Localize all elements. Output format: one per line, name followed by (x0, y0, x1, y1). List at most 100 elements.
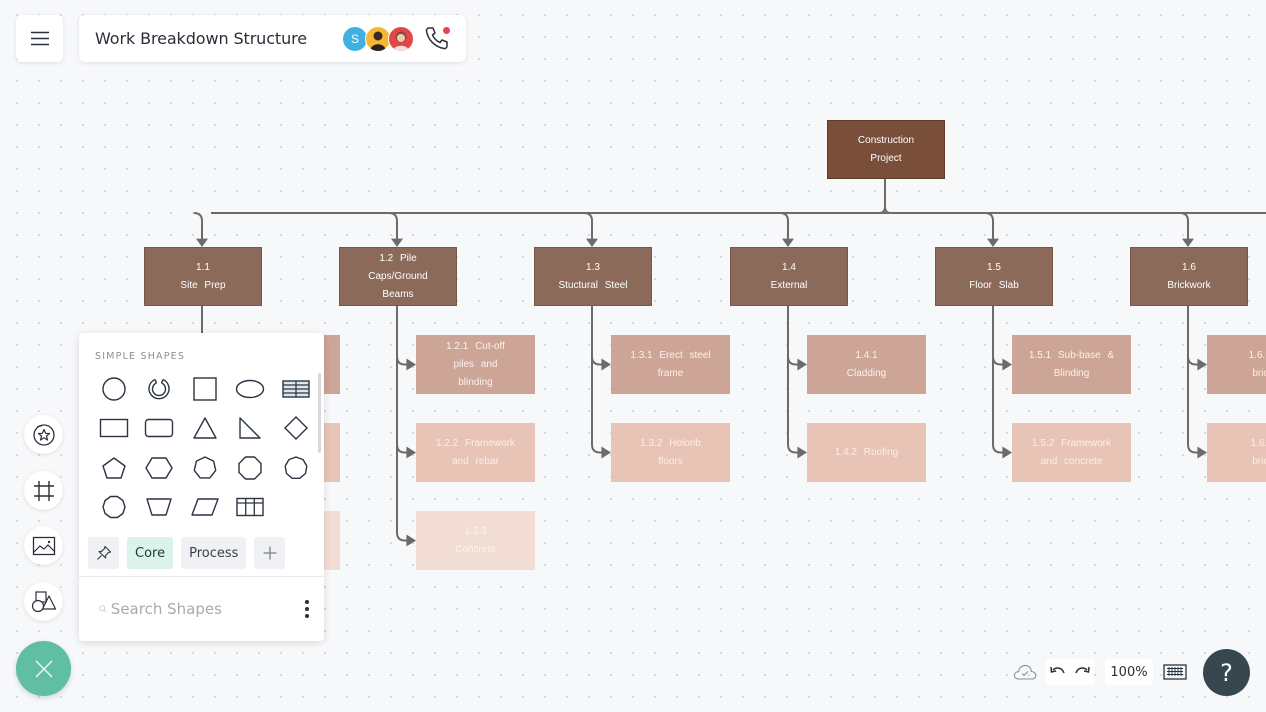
frame-button[interactable] (24, 471, 63, 510)
sticker-star-icon (32, 423, 55, 446)
wbs-subnode[interactable]: 1.2.2 Framework and rebar (416, 423, 535, 482)
wbs-subnode[interactable]: 1.6.1 E brickw (1207, 335, 1266, 394)
panel-scrollbar[interactable] (318, 373, 321, 453)
shape-ring[interactable] (137, 369, 183, 409)
panel-divider (79, 576, 324, 577)
wbs-root-node[interactable]: Construction Project (827, 120, 945, 179)
stickers-button[interactable] (24, 415, 63, 454)
wbs-subnode[interactable]: 1.5.1 Sub-base & Blinding (1012, 335, 1131, 394)
connector-arrow (196, 238, 208, 247)
shape-heptagon[interactable] (182, 448, 228, 488)
circle-icon (102, 377, 126, 401)
wbs-subnode[interactable]: 1.2.3 Concrete (416, 511, 535, 570)
shape-octagon[interactable] (228, 448, 274, 488)
undo-button[interactable] (1050, 665, 1066, 679)
shape-square[interactable] (182, 369, 228, 409)
right-triangle-icon (239, 417, 261, 439)
wbs-node-1-5[interactable]: 1.5 Floor Slab (935, 247, 1053, 306)
close-icon (34, 659, 53, 678)
shape-hexagon[interactable] (137, 448, 183, 488)
connector-arrow (1182, 238, 1194, 247)
shapes-button[interactable] (24, 582, 63, 621)
search-shapes (99, 593, 310, 625)
shapes-icon (31, 590, 56, 612)
keyboard-shortcuts-button[interactable] (1163, 663, 1187, 681)
dot (305, 607, 310, 611)
person-icon (393, 31, 409, 51)
shape-rectangle[interactable] (91, 409, 137, 449)
shape-grid-table[interactable] (228, 488, 274, 528)
shape-triangle[interactable] (182, 409, 228, 449)
search-shapes-input[interactable] (110, 600, 305, 618)
connector-arrow (391, 238, 403, 247)
wbs-subnode[interactable]: 1.3.1 Erect steel frame (611, 335, 730, 394)
shape-rounded-rectangle[interactable] (137, 409, 183, 449)
connector-arrow (1002, 358, 1012, 371)
cloud-check-icon (1013, 664, 1037, 680)
document-title[interactable]: Work Breakdown Structure (95, 29, 342, 48)
zoom-level-button[interactable]: 100% (1105, 659, 1153, 685)
avatar[interactable] (388, 25, 414, 52)
add-library-button[interactable] (254, 537, 286, 569)
connector-arrow (797, 446, 807, 459)
undo-icon (1050, 666, 1065, 674)
wbs-subnode[interactable]: 1.5.2 Framework and concrete (1012, 423, 1131, 482)
shape-decagon[interactable] (91, 488, 137, 528)
shape-table-lines[interactable] (273, 369, 319, 409)
ellipse-icon (236, 379, 265, 398)
pin-library-button[interactable] (88, 537, 119, 569)
close-panel-button[interactable] (16, 641, 71, 696)
collaborator-avatars: S (342, 25, 414, 52)
level1-connector (1179, 212, 1189, 241)
search-icon (99, 605, 107, 613)
wbs-subnode[interactable]: 1.4.2 Roofing (807, 423, 926, 482)
nonagon-icon (284, 456, 308, 479)
keyboard-icon (1163, 664, 1187, 680)
shapes-panel: SIMPLE SHAPES Core Process (79, 333, 324, 641)
wbs-subnode[interactable]: 1.4.1 Cladding (807, 335, 926, 394)
level1-connector (193, 212, 203, 241)
shape-pentagon[interactable] (91, 448, 137, 488)
shape-nonagon[interactable] (273, 448, 319, 488)
shape-trapezoid[interactable] (137, 488, 183, 528)
connector-arrow (1197, 446, 1207, 459)
more-options-button[interactable] (305, 597, 310, 621)
parallelogram-icon (191, 498, 219, 516)
shape-ellipse[interactable] (228, 369, 274, 409)
connector-arrow (1197, 358, 1207, 371)
heptagon-icon (193, 456, 217, 479)
saved-status (1012, 660, 1038, 684)
ring-icon (148, 378, 170, 400)
shape-diamond[interactable] (273, 409, 319, 449)
decagon-icon (102, 496, 126, 519)
image-icon (32, 536, 55, 555)
shape-circle[interactable] (91, 369, 137, 409)
call-status-dot (443, 26, 450, 34)
tab-process[interactable]: Process (181, 537, 247, 569)
call-button[interactable] (424, 25, 452, 53)
wbs-subnode[interactable]: 1.3.2 Holorib floors (611, 423, 730, 482)
wbs-node-1-6[interactable]: 1.6 Brickwork (1130, 247, 1248, 306)
wbs-node-1-1[interactable]: 1.1 Site Prep (144, 247, 262, 306)
menu-button[interactable] (16, 15, 63, 62)
connector-arrow (406, 358, 416, 371)
rectangle-icon (99, 419, 128, 438)
shape-right-triangle[interactable] (228, 409, 274, 449)
history-controls (1046, 659, 1094, 685)
connector-arrow (797, 358, 807, 371)
wbs-node-1-4[interactable]: 1.4 External (730, 247, 848, 306)
diamond-icon (283, 416, 308, 441)
redo-button[interactable] (1074, 665, 1090, 679)
image-button[interactable] (24, 526, 63, 565)
help-button[interactable]: ? (1203, 649, 1250, 696)
shape-grid (91, 369, 319, 527)
root-connector (878, 179, 892, 214)
panel-heading: SIMPLE SHAPES (95, 351, 186, 362)
tab-core[interactable]: Core (127, 537, 174, 569)
wbs-subnode[interactable]: 1.6.2 I brickw (1207, 423, 1266, 482)
frame-icon (33, 480, 54, 501)
wbs-node-1-2[interactable]: 1.2 Pile Caps/Ground Beams (339, 247, 457, 306)
wbs-node-1-3[interactable]: 1.3 Stuctural Steel (534, 247, 652, 306)
wbs-subnode[interactable]: 1.2.1 Cut-off piles and blinding (416, 335, 535, 394)
shape-parallelogram[interactable] (182, 488, 228, 528)
